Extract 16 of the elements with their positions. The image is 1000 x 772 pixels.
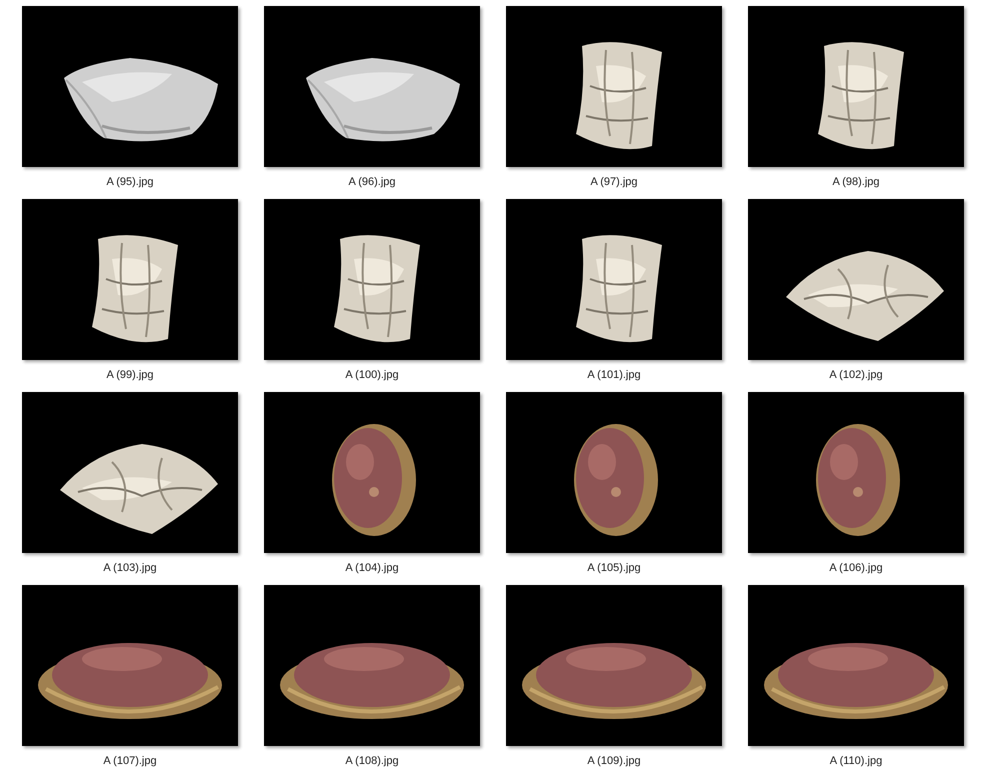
file-name: A (97).jpg [590,176,638,188]
file-name: A (99).jpg [106,369,154,381]
file-name: A (109).jpg [587,755,641,767]
file-name: A (100).jpg [345,369,399,381]
file-name: A (96).jpg [348,176,396,188]
file-name: A (108).jpg [345,755,399,767]
file-name: A (95).jpg [106,176,154,188]
file-name: A (105).jpg [587,562,641,574]
file-name: A (106).jpg [829,562,883,574]
file-name: A (98).jpg [832,176,880,188]
file-name: A (101).jpg [587,369,641,381]
file-name: A (107).jpg [103,755,157,767]
file-name: A (102).jpg [829,369,883,381]
file-name: A (110).jpg [830,755,882,767]
file-name: A (104).jpg [345,562,399,574]
file-name: A (103).jpg [103,562,157,574]
